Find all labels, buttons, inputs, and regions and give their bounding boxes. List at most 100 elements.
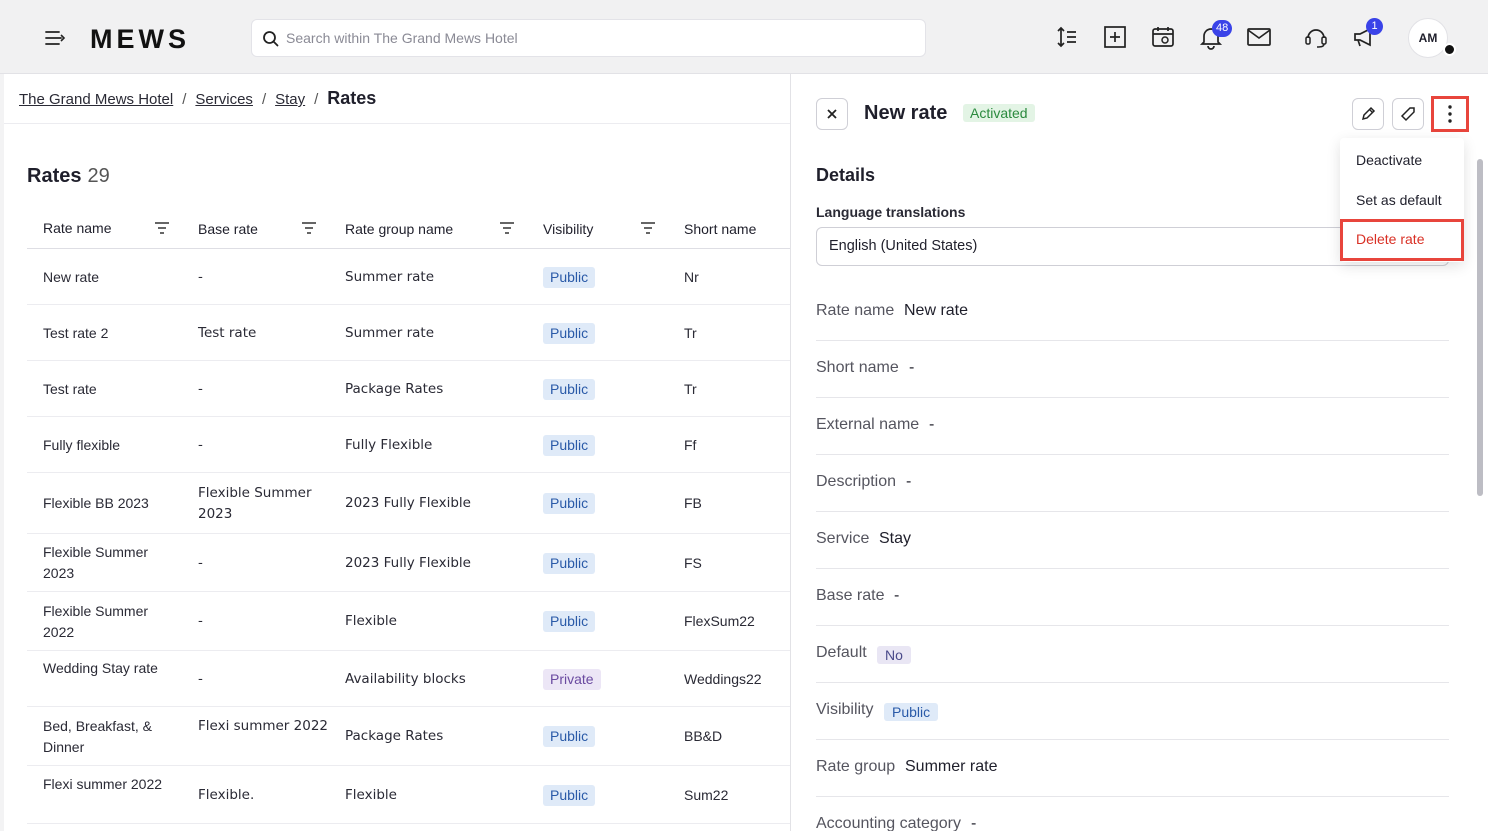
cell-short-name: Tr: [684, 325, 697, 341]
visibility-tag: Public: [543, 493, 596, 514]
column-short-name[interactable]: Short name: [684, 221, 756, 237]
table-body: New rate - Summer rate Public Nr Test rate 2T…: [27, 249, 790, 824]
sort-icon[interactable]: [1054, 24, 1080, 50]
close-button[interactable]: [816, 98, 848, 130]
add-icon[interactable]: [1102, 24, 1128, 50]
menu-item-set-default[interactable]: Set as default: [1340, 180, 1464, 218]
rates-count: 29: [87, 165, 110, 187]
mews-logo[interactable]: MEWS: [90, 24, 190, 55]
detail-field: Rate group Summer rate: [816, 740, 1449, 797]
breadcrumb: The Grand Mews Hotel / Services / Stay /…: [19, 88, 377, 108]
visibility-tag: Public: [543, 785, 596, 806]
column-visibility[interactable]: Visibility: [543, 221, 593, 237]
cell-rate-name: Test rate: [43, 381, 97, 397]
table-header: Rate name Base rate Rate group name Visi…: [27, 208, 790, 249]
detail-field: Description -: [816, 455, 1449, 512]
page-title: Rates: [327, 88, 377, 108]
search-bar[interactable]: [251, 19, 926, 57]
cell-rate-name: Flexible Summer 2022: [43, 603, 149, 640]
tag-icon: [1400, 107, 1415, 122]
table-row[interactable]: Wedding Stay rate - Availability blocks Pri…: [27, 651, 790, 707]
visibility-tag: Public: [543, 611, 596, 632]
search-icon: [262, 30, 280, 48]
cell-base-rate: -: [198, 381, 203, 397]
scrollbar[interactable]: [1477, 159, 1483, 496]
cell-visibility: Public: [543, 379, 653, 400]
detail-field: Base rate -: [816, 569, 1449, 626]
field-label: Rate group: [816, 758, 896, 775]
visibility-tag: Private: [543, 669, 601, 690]
cell-base-rate: -: [198, 555, 203, 571]
cell-rate-group: 2023 Fully Flexible: [345, 495, 471, 511]
calendar-icon[interactable]: [1150, 24, 1176, 50]
details-heading: Details: [816, 165, 876, 185]
table-row[interactable]: Test rate - Package Rates Public Tr: [27, 361, 790, 417]
search-input[interactable]: [286, 20, 916, 56]
more-options-button[interactable]: [1431, 96, 1469, 132]
table-row[interactable]: New rate - Summer rate Public Nr: [27, 249, 790, 305]
cell-rate-group: Flexible: [345, 787, 397, 803]
table-row[interactable]: Flexi summer 2022 Flexible. Flexible Public…: [27, 766, 790, 824]
menu-item-delete-rate[interactable]: Delete rate: [1340, 219, 1464, 261]
filter-icon[interactable]: [154, 221, 170, 235]
field-value: -: [929, 416, 935, 433]
cell-rate-group: Package Rates: [345, 728, 444, 744]
filter-icon[interactable]: [640, 221, 656, 235]
cell-visibility: Public: [543, 267, 653, 288]
table-row[interactable]: Bed, Breakfast, & Dinner Flexi summer 202…: [27, 707, 790, 766]
visibility-tag: Public: [543, 267, 596, 288]
breadcrumb-hotel[interactable]: The Grand Mews Hotel: [19, 91, 173, 108]
detail-field: Short name -: [816, 341, 1449, 398]
cell-short-name: Tr: [684, 381, 697, 397]
column-rate-name[interactable]: Rate name: [43, 220, 111, 236]
detail-field: Default No: [816, 626, 1449, 683]
visibility-tag: Public: [543, 726, 596, 747]
cell-short-name: Nr: [684, 269, 699, 285]
panel-title: New rate: [864, 102, 948, 124]
cell-visibility: Public: [543, 726, 653, 747]
divider: [4, 123, 790, 124]
menu-icon[interactable]: [42, 26, 68, 50]
cell-rate-name: Fully flexible: [43, 437, 121, 453]
cell-visibility: Public: [543, 553, 653, 574]
field-value: -: [909, 359, 915, 376]
field-label: Service: [816, 530, 870, 547]
menu-item-deactivate[interactable]: Deactivate: [1340, 140, 1464, 178]
more-options-menu: Deactivate Set as default Delete rate: [1340, 138, 1464, 262]
cell-rate-group: 2023 Fully Flexible: [345, 555, 471, 571]
cell-visibility: Public: [543, 435, 653, 456]
cell-rate-group: Flexible: [345, 613, 397, 629]
filter-icon[interactable]: [499, 221, 515, 235]
detail-field: Accounting category -: [816, 797, 1449, 831]
cell-visibility: Public: [543, 323, 653, 344]
mail-icon[interactable]: [1246, 24, 1272, 50]
cell-rate-group: Fully Flexible: [345, 437, 433, 453]
cell-visibility: Public: [543, 785, 653, 806]
breadcrumb-stay[interactable]: Stay: [275, 91, 305, 108]
column-rate-group[interactable]: Rate group name: [345, 221, 453, 237]
field-value: Public: [884, 703, 939, 721]
field-value: New rate: [904, 302, 969, 319]
rates-heading: Rates 29: [27, 165, 110, 187]
breadcrumb-services[interactable]: Services: [195, 91, 253, 108]
filter-icon[interactable]: [301, 221, 317, 235]
tag-button[interactable]: [1392, 98, 1424, 130]
table-row[interactable]: Flexible Summer 2022 - Flexible Public FlexS…: [27, 592, 790, 651]
avatar[interactable]: AM: [1408, 18, 1448, 58]
cell-short-name: Weddings22: [684, 671, 762, 687]
cell-rate-group: Summer rate: [345, 269, 434, 285]
table-row[interactable]: Flexible Summer 2023 - 2023 Fully Flexible…: [27, 534, 790, 592]
help-icon[interactable]: [1303, 24, 1329, 50]
edit-button[interactable]: [1352, 98, 1384, 130]
status-dot: [1443, 43, 1456, 56]
field-value: Stay: [879, 530, 912, 547]
field-value: -: [906, 473, 912, 490]
top-bar: MEWS 48 1 AM: [0, 0, 1488, 74]
table-row[interactable]: Flexible BB 2023 Flexible Summer 2023 2023…: [27, 473, 790, 534]
table-row[interactable]: Test rate 2 Test rate Summer rate Public Tr: [27, 305, 790, 361]
table-row[interactable]: Fully flexible - Fully Flexible Public Ff: [27, 417, 790, 473]
cell-visibility: Public: [543, 611, 653, 632]
column-base-rate[interactable]: Base rate: [198, 221, 258, 237]
cell-short-name: Ff: [684, 437, 697, 453]
rates-list-pane: The Grand Mews Hotel / Services / Stay /…: [4, 74, 790, 831]
